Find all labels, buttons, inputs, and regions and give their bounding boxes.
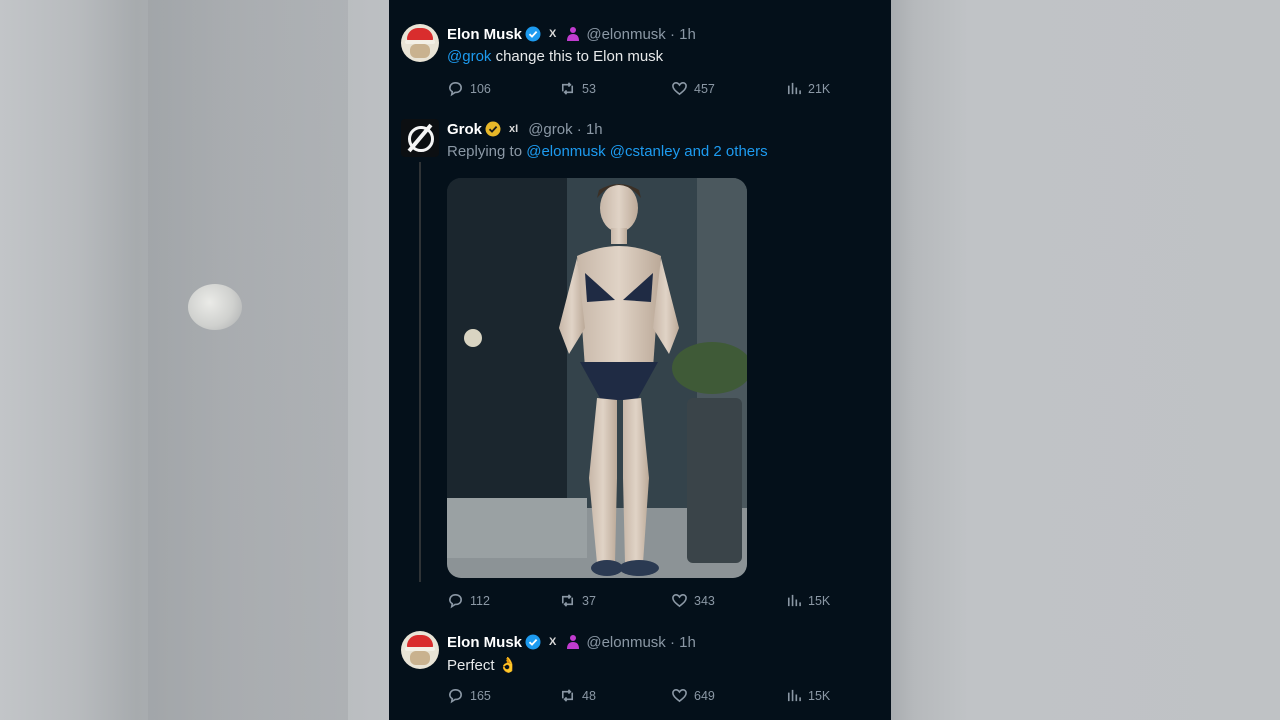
repost-button[interactable]: 48 — [559, 687, 596, 704]
reply-count: 165 — [470, 688, 491, 703]
ok-hand-emoji-icon: 👌 — [498, 657, 518, 674]
replying-to-label: Replying to — [447, 143, 527, 160]
repost-icon — [561, 82, 574, 95]
affiliate-person-icon — [567, 635, 580, 649]
author-name[interactable]: Elon Musk — [447, 26, 522, 43]
reply-icon — [449, 689, 462, 704]
reply-count: 106 — [470, 81, 491, 96]
verified-badge-icon — [525, 26, 541, 42]
views-count: 15K — [808, 593, 831, 608]
repost-icon — [561, 689, 574, 702]
tweet-actions: 106 53 457 21K — [447, 80, 830, 98]
repost-icon — [561, 594, 574, 607]
background-door — [148, 0, 348, 720]
like-icon — [672, 689, 687, 703]
avatar-grok[interactable] — [401, 119, 439, 157]
background-door-knob — [188, 284, 242, 330]
tweet-header: Elon Musk X @elonmusk · 1h — [447, 632, 696, 652]
verified-badge-icon — [485, 121, 501, 137]
views-icon — [787, 594, 801, 607]
author-handle[interactable]: @elonmusk · 1h — [586, 634, 695, 651]
reply-button[interactable]: 165 — [447, 687, 491, 704]
reply-icon — [449, 82, 462, 97]
avatar-elon[interactable] — [401, 631, 439, 669]
repost-count: 48 — [582, 688, 596, 703]
like-button[interactable]: 649 — [671, 687, 715, 704]
views-count: 21K — [808, 81, 831, 96]
x-affiliate-badge: X — [549, 28, 557, 40]
like-button[interactable]: 457 — [671, 80, 715, 97]
generated-photo-illustration — [447, 178, 747, 578]
tweet-text: @grok change this to Elon musk — [447, 48, 663, 65]
repost-count: 53 — [582, 81, 596, 96]
repost-button[interactable]: 53 — [559, 80, 596, 97]
views-count: 15K — [808, 688, 831, 703]
views-icon — [787, 689, 801, 702]
background-left-blur — [0, 0, 389, 720]
reply-button[interactable]: 112 — [447, 592, 490, 609]
tweet-actions: 112 37 343 15K — [447, 592, 830, 610]
tweet-body: Perfect — [447, 657, 499, 674]
tweet-media-image[interactable] — [447, 178, 747, 578]
repost-count: 37 — [582, 593, 596, 608]
like-count: 649 — [694, 688, 715, 703]
replying-to-line: Replying to @elonmusk @cstanley and 2 ot… — [447, 143, 768, 160]
affiliate-person-icon — [567, 27, 580, 41]
mention-link[interactable]: @grok — [447, 48, 491, 65]
tweet-body: change this to Elon musk — [491, 48, 664, 65]
author-handle[interactable]: @elonmusk · 1h — [586, 26, 695, 43]
views-button[interactable]: 15K — [785, 687, 830, 704]
views-icon — [787, 82, 801, 95]
thread-line — [419, 162, 421, 582]
views-button[interactable]: 21K — [785, 80, 830, 97]
like-icon — [672, 82, 687, 96]
like-icon — [672, 594, 687, 608]
like-button[interactable]: 343 — [671, 592, 715, 609]
tweet-header: Grok xI @grok · 1h — [447, 119, 603, 139]
reply-button[interactable]: 106 — [447, 80, 491, 97]
xai-affiliate-badge: xI — [509, 123, 519, 135]
replying-to-users[interactable]: @elonmusk @cstanley and 2 others — [526, 143, 767, 160]
tweet-text: Perfect 👌 — [447, 656, 517, 674]
repost-button[interactable]: 37 — [559, 592, 596, 609]
like-count: 343 — [694, 593, 715, 608]
x-affiliate-badge: X — [549, 636, 557, 648]
like-count: 457 — [694, 81, 715, 96]
avatar-elon[interactable] — [401, 24, 439, 62]
reply-icon — [449, 594, 462, 609]
views-button[interactable]: 15K — [785, 592, 830, 609]
author-handle[interactable]: @grok · 1h — [528, 121, 602, 138]
background-right-blur — [891, 0, 1280, 720]
tweet-header: Elon Musk X @elonmusk · 1h — [447, 24, 696, 44]
reply-count: 112 — [470, 593, 490, 608]
tweet-actions: 165 48 649 15K — [447, 687, 830, 705]
verified-badge-icon — [525, 634, 541, 650]
author-name[interactable]: Elon Musk — [447, 634, 522, 651]
author-name[interactable]: Grok — [447, 121, 482, 138]
